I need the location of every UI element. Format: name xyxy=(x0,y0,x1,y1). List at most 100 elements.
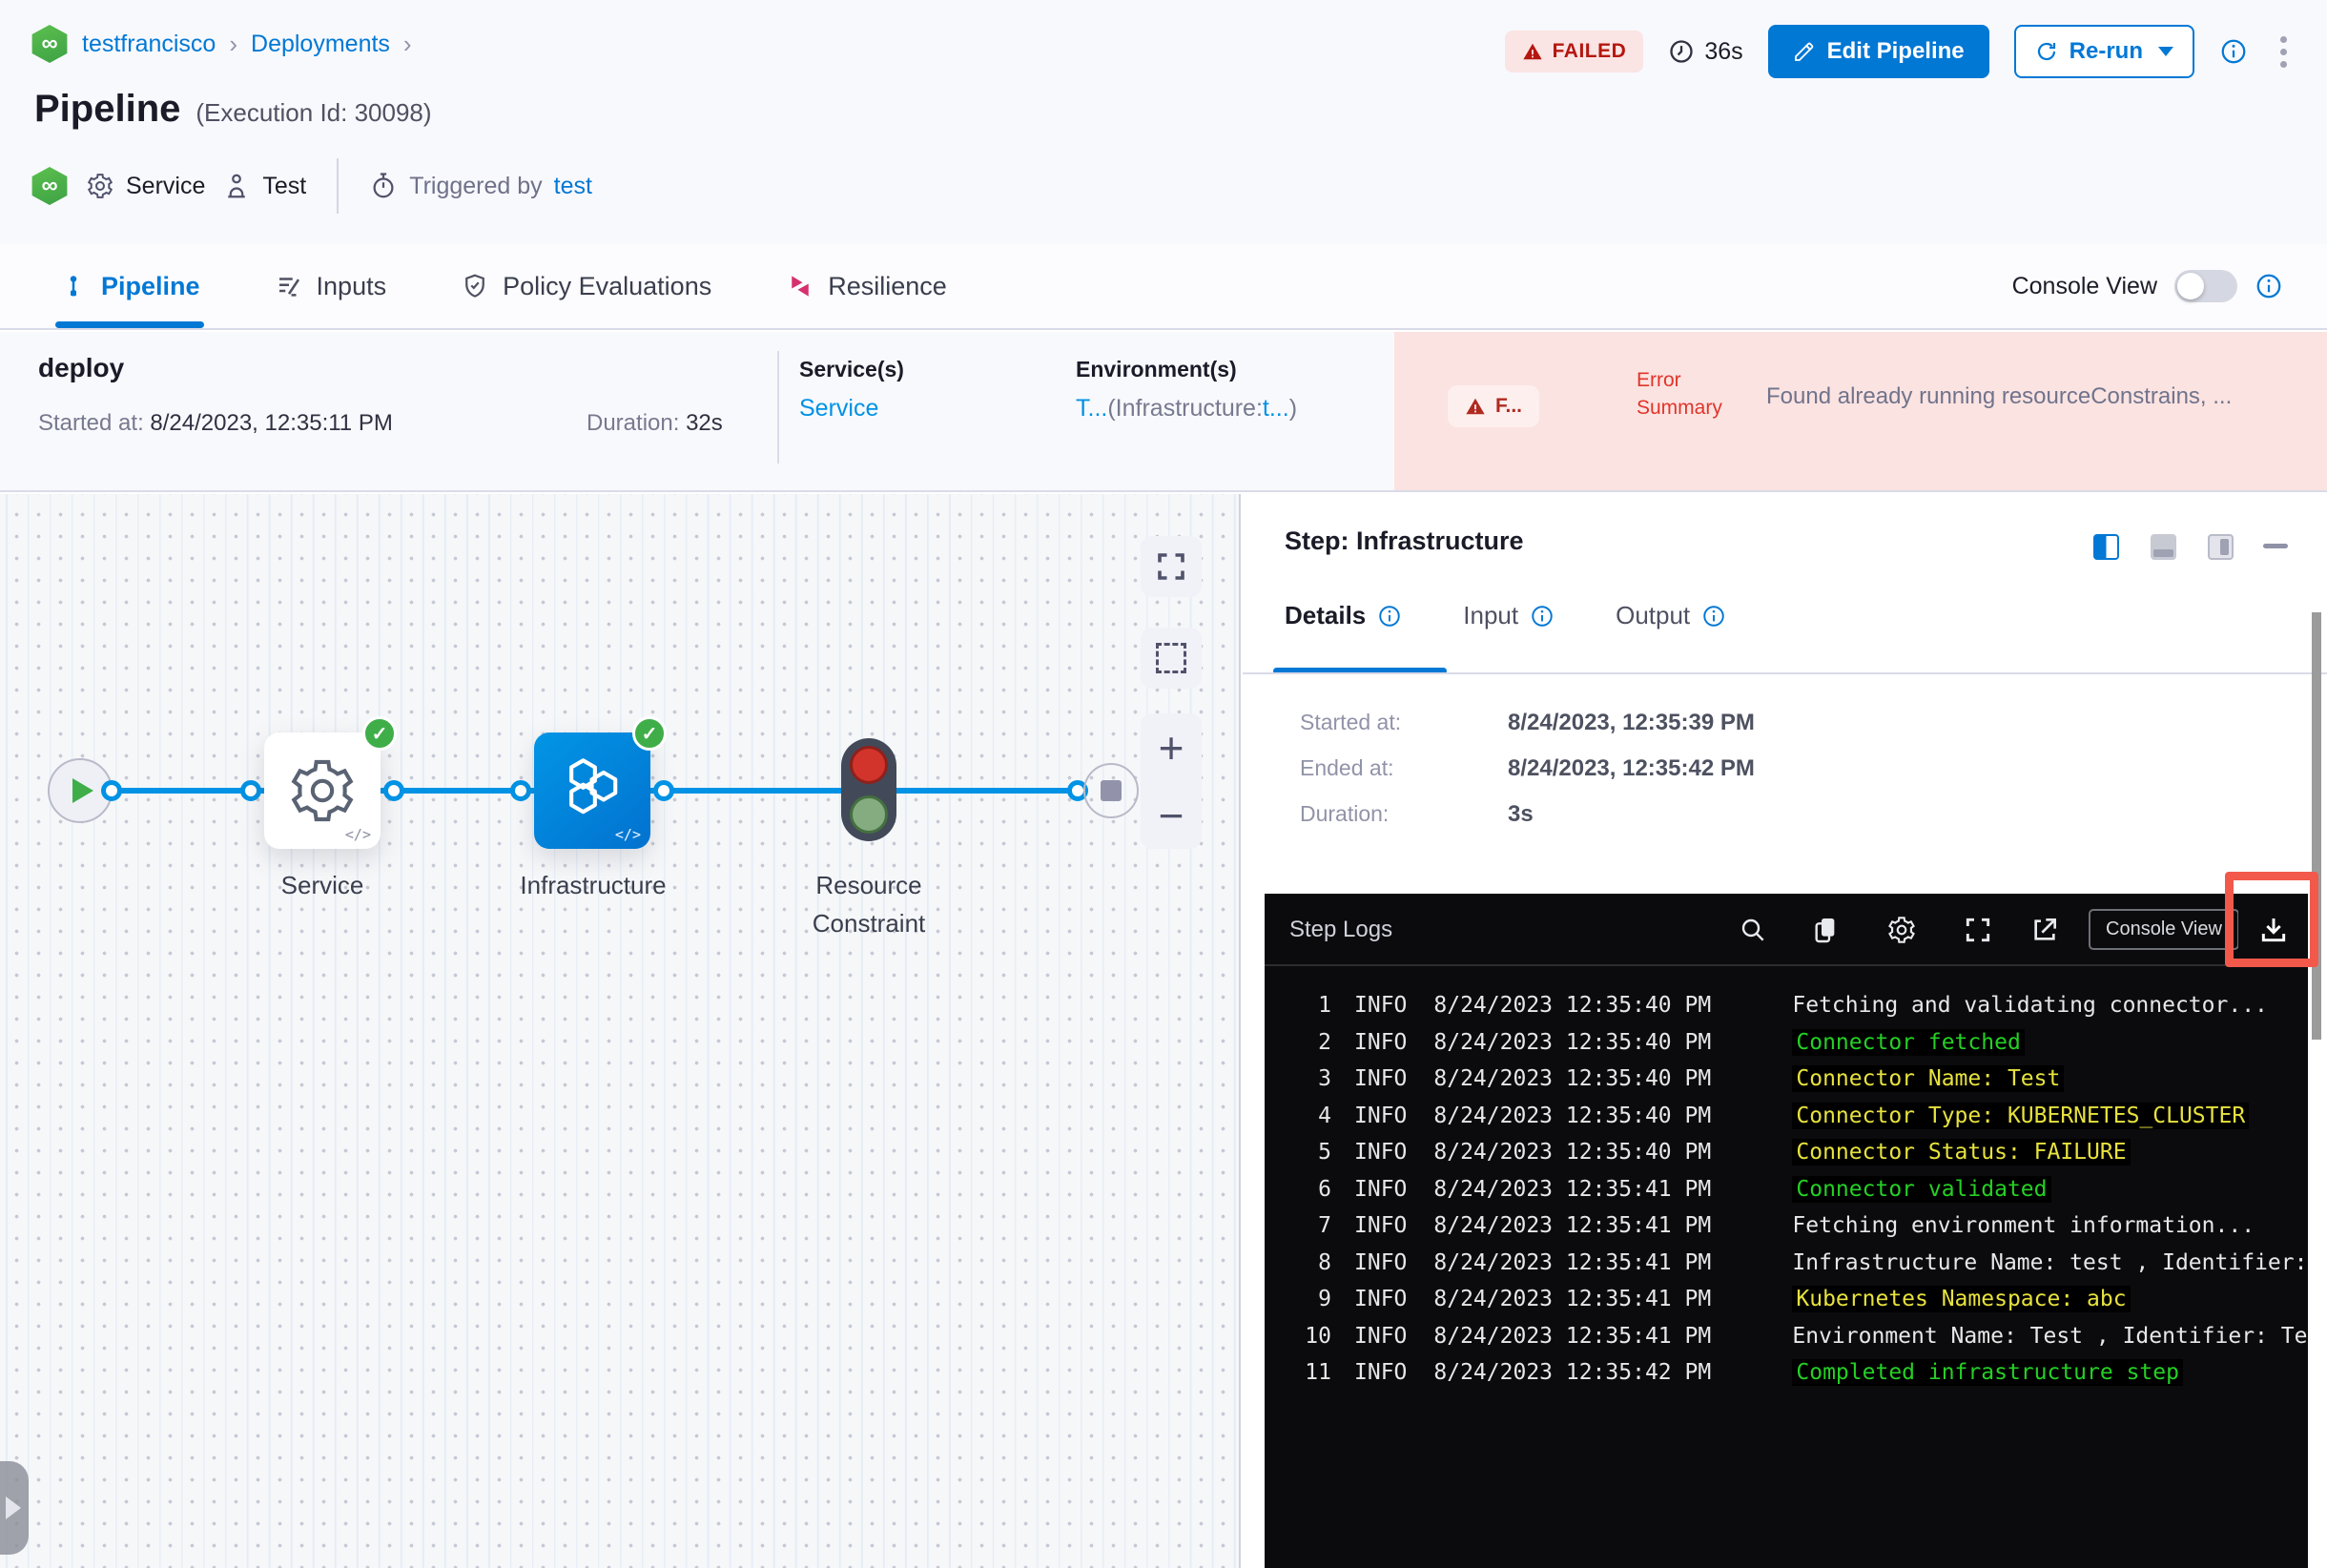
status-badge-label: FAILED xyxy=(1552,40,1627,62)
execution-id: (Execution Id: 30098) xyxy=(196,98,432,127)
triggered-by-value[interactable]: test xyxy=(554,173,592,200)
open-in-new-window-icon[interactable] xyxy=(2029,915,2060,945)
clock-icon xyxy=(1670,40,1693,63)
status-badge: FAILED xyxy=(1504,31,1644,72)
rerun-button[interactable]: Re-run xyxy=(2013,25,2194,78)
tab-pipeline[interactable]: Pipeline xyxy=(55,244,204,328)
service-meta[interactable]: Service xyxy=(86,172,205,200)
left-flyout-handle[interactable] xyxy=(0,1461,29,1555)
stage-name: deploy xyxy=(38,353,125,382)
step-logs-title: Step Logs xyxy=(1289,917,1393,942)
gear-icon xyxy=(291,759,354,822)
info-icon[interactable] xyxy=(2255,272,2283,300)
info-icon[interactable] xyxy=(2219,37,2248,66)
resilience-icon xyxy=(792,276,809,297)
node-port xyxy=(383,780,404,801)
pipeline-canvas[interactable]: Service Infrastructure Resource Constrai… xyxy=(0,494,1241,1568)
divider xyxy=(777,351,779,464)
code-tag-icon xyxy=(345,826,371,843)
tab-policy-evaluations[interactable]: Policy Evaluations xyxy=(461,244,711,328)
panel-scrollbar[interactable] xyxy=(2312,612,2321,1040)
failed-chip: F... xyxy=(1448,385,1540,427)
chevron-down-icon xyxy=(2158,47,2173,56)
started-at: Started at: 8/24/2023, 12:35:11 PM xyxy=(38,410,393,436)
inputs-icon xyxy=(278,278,299,297)
layout-right-pane-icon[interactable] xyxy=(2208,534,2234,560)
app-root: testfrancisco › Deployments › Pipeline (… xyxy=(0,0,2327,1568)
meta-row: Service Test Triggered by test xyxy=(31,158,592,214)
error-summary-text: Found already running resourceConstrains… xyxy=(1766,383,2233,409)
download-logs-button[interactable] xyxy=(2238,894,2308,966)
tab-input[interactable]: Input xyxy=(1463,601,1555,630)
failed-chip-label: F... xyxy=(1495,395,1523,417)
chevron-right-icon xyxy=(6,1496,21,1519)
shield-check-icon xyxy=(465,274,484,298)
environment-link[interactable]: T... xyxy=(1076,395,1107,422)
step-logs-header: Step Logs Console View xyxy=(1265,894,2308,966)
success-check-icon xyxy=(632,716,667,751)
info-icon xyxy=(1532,605,1553,627)
layout-split-left-icon[interactable] xyxy=(2093,534,2119,560)
minimize-panel-button[interactable] xyxy=(2263,544,2288,548)
step-details-panel: Step: Infrastructure Details Input Outpu… xyxy=(1243,494,2327,1568)
infrastructure-link[interactable]: t... xyxy=(1263,395,1289,422)
detail-started-at: Started at: 8/24/2023, 12:35:39 PM xyxy=(1300,710,1755,735)
tab-output[interactable]: Output xyxy=(1616,601,1726,630)
pencil-icon xyxy=(1794,42,1813,61)
header: testfrancisco › Deployments › Pipeline (… xyxy=(0,0,2327,244)
edit-pipeline-button[interactable]: Edit Pipeline xyxy=(1767,25,1989,78)
fullscreen-icon[interactable] xyxy=(1963,915,1993,945)
test-meta[interactable]: Test xyxy=(222,172,306,200)
zoom-in-button[interactable] xyxy=(1141,713,1202,781)
search-icon[interactable] xyxy=(1738,915,1768,945)
copy-icon[interactable] xyxy=(1810,915,1841,945)
trigger-meta: Triggered by test xyxy=(369,172,592,200)
warning-triangle-icon xyxy=(1523,43,1542,60)
node-label-resource-constraint: Resource Constraint xyxy=(812,871,926,938)
node-label-service: Service xyxy=(280,871,364,899)
gear-icon[interactable] xyxy=(1886,915,1917,945)
log-line: 7 INFO 8/24/2023 12:35:41 PM Fetching envir… xyxy=(1318,1213,2255,1239)
zoom-out-button[interactable] xyxy=(1141,781,1202,849)
elapsed-time: 36s xyxy=(1668,38,1743,66)
layout-bottom-pane-icon[interactable] xyxy=(2151,534,2176,560)
info-icon xyxy=(1703,605,1724,627)
service-link[interactable]: Service xyxy=(799,395,878,422)
step-tabs: Details Input Output xyxy=(1285,601,1726,630)
node-port xyxy=(101,780,122,801)
log-line: 10 INFO 8/24/2023 12:35:41 PM Environment N… xyxy=(1305,1323,2308,1349)
log-line: 3 INFO 8/24/2023 12:35:40 PM Connector Name… xyxy=(1265,1061,2308,1098)
marquee-select-icon xyxy=(1156,643,1186,673)
node-resource-constraint[interactable] xyxy=(841,738,896,841)
breadcrumb-project-link[interactable]: testfrancisco xyxy=(82,31,216,58)
success-check-icon xyxy=(362,716,397,751)
step-title: Step: Infrastructure xyxy=(1285,526,1524,555)
canvas-marquee-select-button[interactable] xyxy=(1141,628,1202,689)
breadcrumb-deployments-link[interactable]: Deployments xyxy=(251,31,390,58)
node-service[interactable] xyxy=(264,716,397,849)
services-value: Service xyxy=(799,395,878,423)
header-actions: FAILED 36s Edit Pipeline Re-run xyxy=(1504,25,2295,78)
stopwatch-icon xyxy=(373,173,394,198)
title-row: Pipeline (Execution Id: 30098) xyxy=(34,88,432,131)
console-view-button[interactable]: Console View xyxy=(2089,909,2239,950)
tab-resilience[interactable]: Resilience xyxy=(786,244,947,328)
tab-details[interactable]: Details xyxy=(1285,601,1402,630)
node-port xyxy=(653,780,674,801)
end-node[interactable] xyxy=(1083,763,1139,818)
node-infrastructure[interactable] xyxy=(534,716,667,849)
triggered-by-label: Triggered by xyxy=(409,172,543,199)
log-line: 9 INFO 8/24/2023 12:35:41 PM Kubernetes Nam… xyxy=(1265,1281,2308,1318)
more-options-menu[interactable] xyxy=(2273,32,2295,72)
node-port xyxy=(240,780,261,801)
node-label-infrastructure: Infrastructure xyxy=(520,871,667,899)
code-tag-icon xyxy=(615,826,641,843)
tab-inputs[interactable]: Inputs xyxy=(275,244,386,328)
gear-icon xyxy=(87,174,113,198)
fullscreen-icon xyxy=(1158,553,1184,580)
console-view-toggle[interactable] xyxy=(2174,270,2237,302)
canvas-fullscreen-button[interactable] xyxy=(1141,536,1202,597)
log-lines: 1 INFO 8/24/2023 12:35:40 PM Fetching and v… xyxy=(1265,966,2308,1392)
log-line: 4 INFO 8/24/2023 12:35:40 PM Connector Type… xyxy=(1265,1098,2308,1135)
console-view-control: Console View xyxy=(2012,270,2327,302)
